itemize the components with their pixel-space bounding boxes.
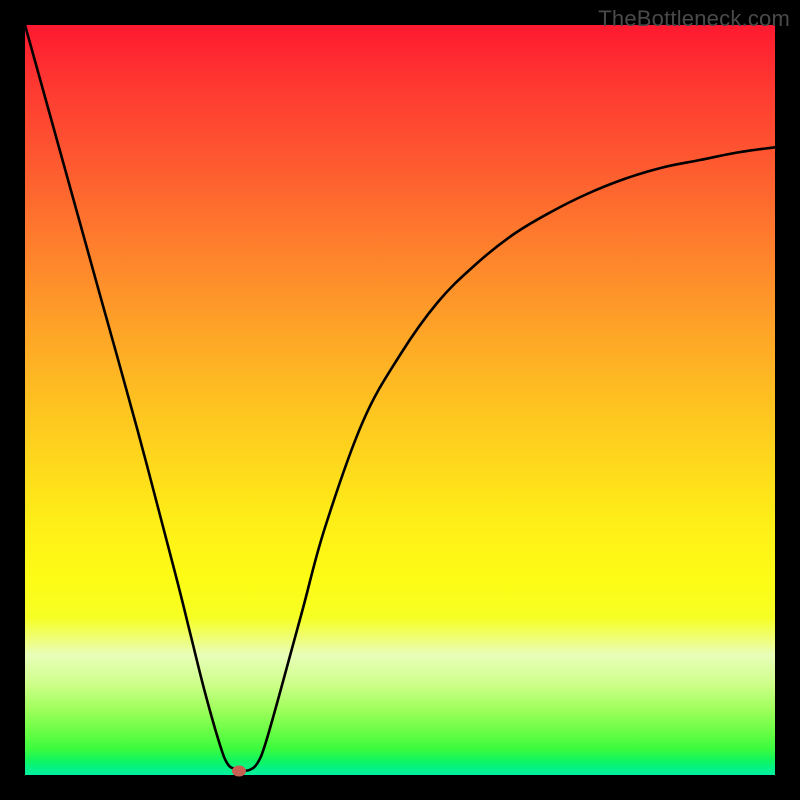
- plot-area: [25, 25, 775, 775]
- chart-frame: TheBottleneck.com: [0, 0, 800, 800]
- bottleneck-curve: [25, 25, 775, 771]
- curve-svg: [25, 25, 775, 775]
- watermark-text: TheBottleneck.com: [598, 6, 790, 32]
- minimum-marker: [232, 765, 246, 776]
